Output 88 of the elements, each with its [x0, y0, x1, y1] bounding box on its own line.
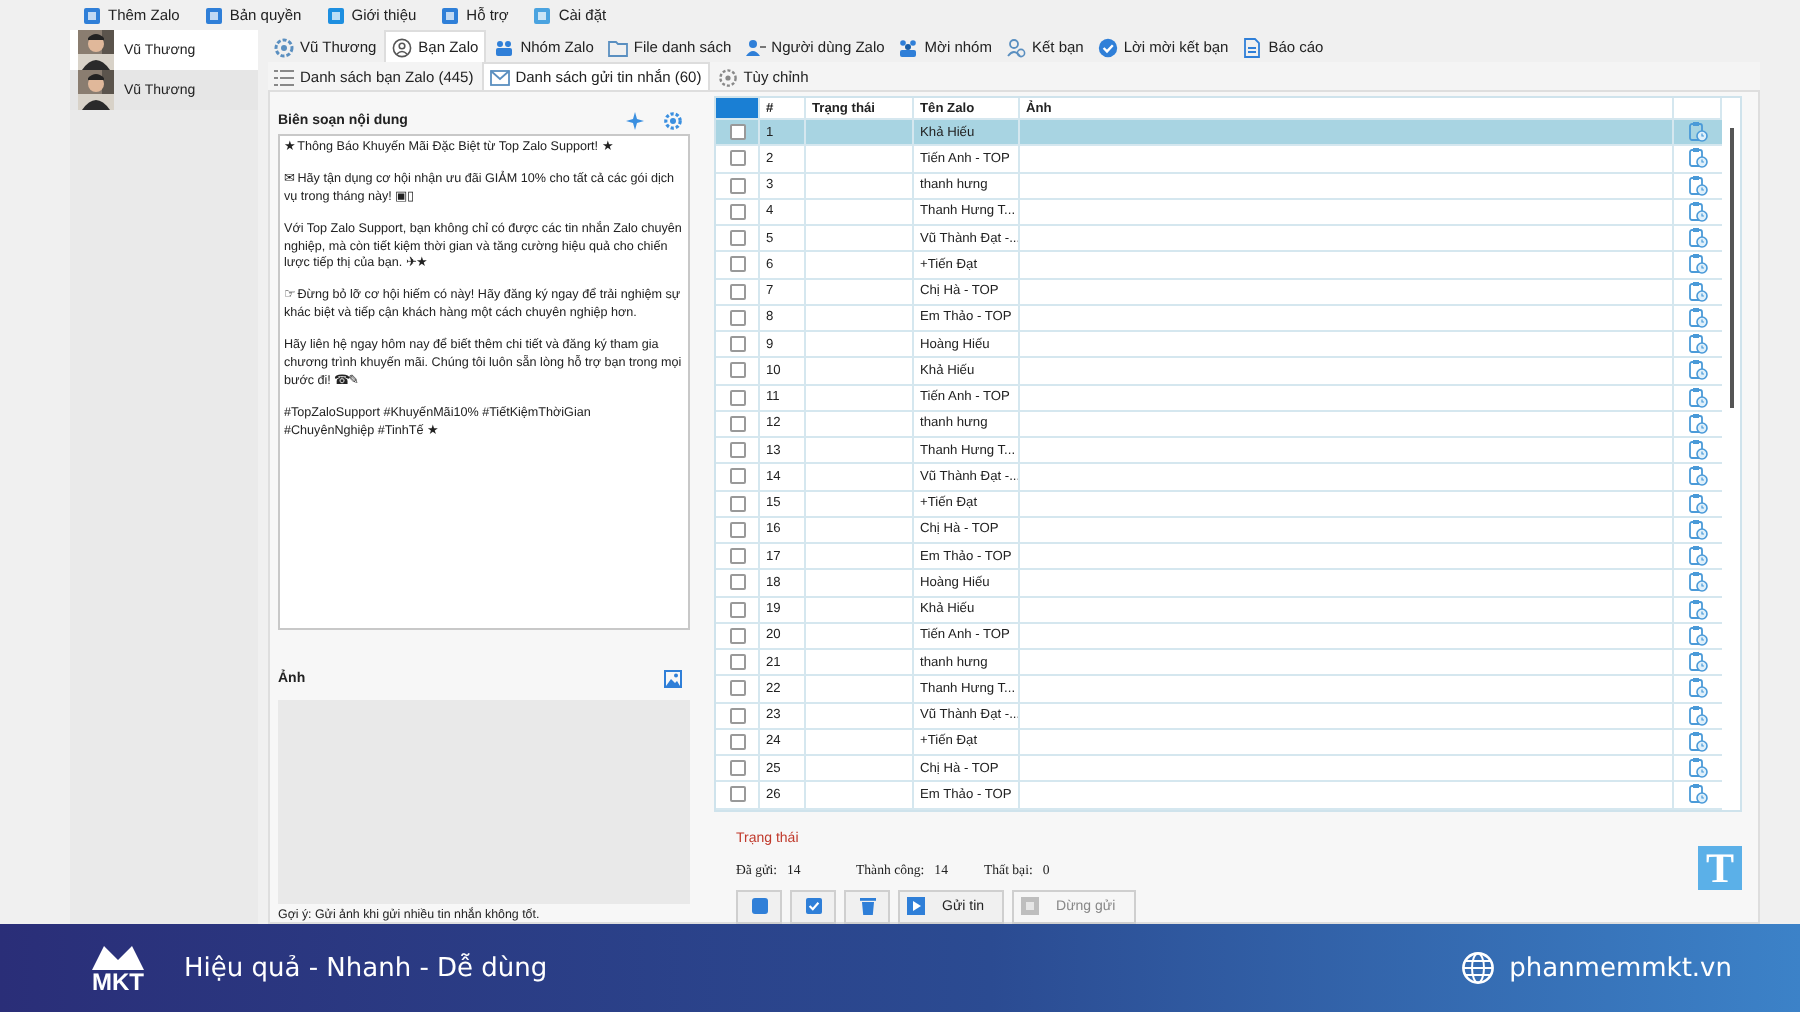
square-icon [205, 7, 222, 23]
clipboard-icon[interactable] [1688, 705, 1708, 726]
check-icon [1097, 37, 1118, 57]
sparkle-icon[interactable] [626, 111, 644, 130]
person-icon [1005, 37, 1026, 57]
clipboard-icon[interactable] [1688, 519, 1708, 540]
clipboard-icon[interactable] [1688, 731, 1708, 752]
clipboard-icon[interactable] [1688, 599, 1708, 620]
checkbox[interactable] [730, 256, 746, 273]
clipboard-icon[interactable] [1688, 440, 1708, 461]
clipboard-icon[interactable] [1688, 784, 1708, 805]
clipboard-icon[interactable] [1688, 493, 1708, 514]
checkbox[interactable] [730, 468, 746, 485]
checkbox[interactable] [730, 707, 746, 724]
checkbox[interactable] [730, 654, 746, 671]
slogan-text: Hiệu quả - Nhanh - Dễ dùng [184, 953, 548, 983]
clipboard-icon[interactable] [1688, 254, 1708, 275]
gear-icon [717, 67, 738, 87]
checkbox[interactable] [730, 389, 746, 406]
clipboard-icon[interactable] [1688, 148, 1708, 169]
document-icon [1242, 37, 1263, 57]
checkbox[interactable] [730, 680, 746, 697]
clipboard-icon[interactable] [1688, 466, 1708, 487]
clipboard-icon[interactable] [1688, 360, 1708, 381]
clipboard-icon[interactable] [1688, 201, 1708, 222]
clipboard-icon[interactable] [1688, 546, 1708, 567]
checkbox[interactable] [730, 601, 746, 618]
clipboard-icon[interactable] [1688, 228, 1708, 249]
list-icon [274, 67, 294, 87]
clipboard-icon[interactable] [1688, 122, 1708, 143]
people-icon [494, 37, 515, 57]
logo-badge: T [1698, 845, 1742, 889]
logo-text: MKT [92, 970, 144, 994]
checkbox[interactable] [730, 733, 746, 750]
clipboard-icon[interactable] [1688, 758, 1708, 779]
checkbox[interactable] [730, 336, 746, 353]
person-icon [745, 37, 766, 57]
square-icon [442, 7, 459, 23]
checkbox[interactable] [730, 309, 746, 326]
globe-icon [1461, 952, 1494, 984]
checkbox[interactable] [730, 283, 746, 300]
select-column-header[interactable] [716, 98, 760, 118]
icon-button[interactable] [844, 889, 890, 923]
gear-icon [274, 37, 294, 57]
checkbox[interactable] [730, 786, 746, 803]
icon-button[interactable] [790, 889, 836, 923]
square-icon [534, 7, 551, 23]
clipboard-icon[interactable] [1688, 307, 1708, 328]
clipboard-icon[interactable] [1688, 387, 1708, 408]
mountain-icon [90, 942, 146, 970]
checkbox[interactable] [730, 548, 746, 565]
square-icon [327, 7, 344, 23]
checkbox[interactable] [730, 124, 746, 141]
checkbox-icon [803, 896, 823, 916]
play-icon [906, 896, 926, 916]
image-icon[interactable] [664, 669, 682, 688]
people-icon [898, 37, 919, 57]
square-icon [84, 7, 100, 23]
person-icon [392, 37, 413, 57]
checkbox[interactable] [730, 203, 746, 220]
clipboard-icon[interactable] [1688, 652, 1708, 673]
clipboard-icon[interactable] [1688, 678, 1708, 699]
envelope-icon [489, 67, 510, 87]
clipboard-icon[interactable] [1688, 413, 1708, 434]
checkbox[interactable] [730, 415, 746, 432]
checkbox[interactable] [730, 760, 746, 777]
checkbox[interactable] [730, 150, 746, 167]
checkbox[interactable] [730, 495, 746, 512]
scrollbar-thumb[interactable] [1729, 128, 1733, 408]
clipboard-icon[interactable] [1688, 334, 1708, 355]
checkbox[interactable] [730, 362, 746, 379]
checkbox[interactable] [730, 574, 746, 591]
icon-button[interactable] [736, 889, 782, 923]
website-text: phanmemmkt.vn [1509, 953, 1732, 983]
folder-icon [607, 37, 628, 57]
checkbox[interactable] [730, 627, 746, 644]
clipboard-icon[interactable] [1688, 625, 1708, 646]
trash-icon [857, 896, 877, 916]
checkbox[interactable] [730, 230, 746, 247]
checkbox[interactable] [730, 521, 746, 538]
clipboard-icon[interactable] [1688, 281, 1708, 302]
checkbox[interactable] [730, 442, 746, 459]
stop-icon [1020, 896, 1041, 916]
clipboard-icon[interactable] [1688, 572, 1708, 593]
clipboard-icon[interactable] [1688, 175, 1708, 196]
settings-icon[interactable] [664, 111, 682, 130]
checkbox[interactable] [730, 177, 746, 194]
square-icon [749, 896, 769, 916]
